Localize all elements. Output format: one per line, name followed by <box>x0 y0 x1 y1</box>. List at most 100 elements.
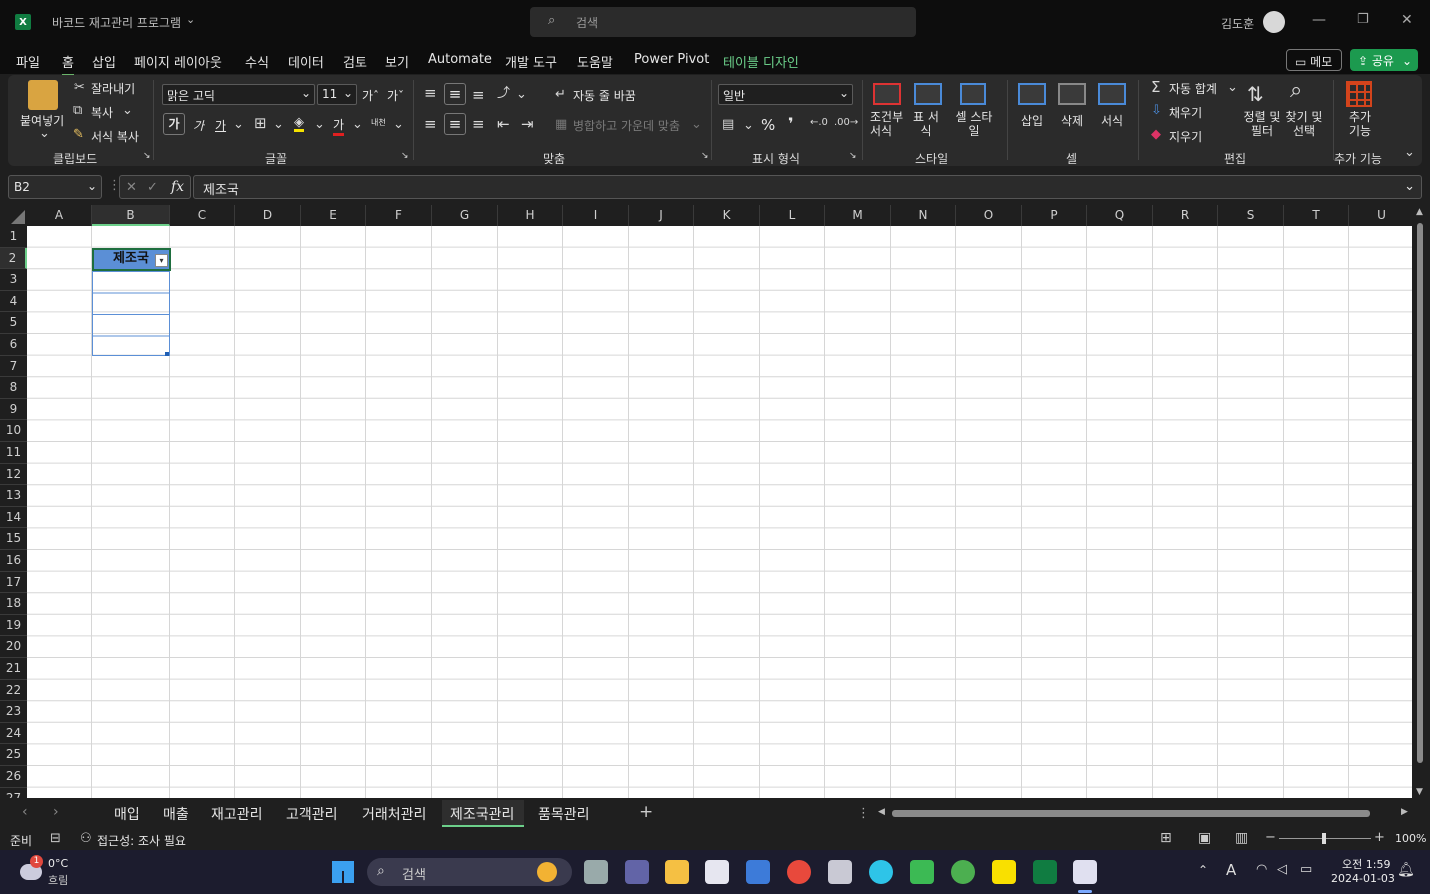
row-header-3[interactable]: 3 <box>0 269 27 291</box>
chevron-down-icon[interactable]: ⌄ <box>122 104 133 117</box>
row-header-25[interactable]: 25 <box>0 744 27 766</box>
row-header-26[interactable]: 26 <box>0 766 27 788</box>
row-header-27[interactable]: 27 <box>0 787 27 798</box>
cut-button[interactable]: 잘라내기 <box>91 80 135 97</box>
increase-decimal-icon[interactable]: ←.0 <box>810 118 828 128</box>
volume-icon[interactable]: ◁ <box>1277 862 1287 877</box>
chrome-icon[interactable] <box>787 860 811 884</box>
chevron-down-icon[interactable]: ⌄ <box>186 13 195 26</box>
select-all-corner[interactable] <box>0 205 27 226</box>
row-header-18[interactable]: 18 <box>0 593 27 615</box>
avatar[interactable] <box>1263 11 1285 33</box>
row-header-11[interactable]: 11 <box>0 442 27 464</box>
add-sheet-icon[interactable]: + <box>639 802 653 822</box>
font-name-dropdown[interactable]: 맑은 고딕 ⌄ <box>162 84 315 105</box>
scroll-left-icon[interactable]: ◀ <box>878 807 885 817</box>
search-input[interactable]: ⌕ 검색 <box>530 7 916 37</box>
column-header-s[interactable]: S <box>1218 205 1284 226</box>
name-box[interactable]: B2 ⌄ <box>8 175 102 199</box>
tab-formulas[interactable]: 수식 <box>245 52 269 71</box>
column-header-j[interactable]: J <box>629 205 694 226</box>
row-header-20[interactable]: 20 <box>0 636 27 658</box>
column-header-o[interactable]: O <box>956 205 1022 226</box>
clock-time[interactable]: 오전 1:59 <box>1342 856 1390 872</box>
tab-view[interactable]: 보기 <box>385 52 409 71</box>
chevron-down-icon[interactable]: ⌄ <box>516 88 527 101</box>
taskbar-search[interactable]: ⌕ 검색 <box>367 858 572 886</box>
grow-font-button[interactable]: 가ˆ <box>362 87 379 104</box>
sheet-tab-inventory[interactable]: 재고관리 <box>211 804 263 824</box>
scroll-right-icon[interactable]: ▶ <box>1401 807 1408 817</box>
row-header-12[interactable]: 12 <box>0 463 27 486</box>
enter-icon[interactable]: ✓ <box>147 180 158 195</box>
shrink-font-button[interactable]: 가ˇ <box>387 87 404 104</box>
minimize-icon[interactable]: — <box>1312 12 1326 28</box>
chevron-down-icon[interactable]: ⌄ <box>39 127 50 140</box>
scroll-up-icon[interactable]: ▲ <box>1416 207 1423 217</box>
column-header-f[interactable]: F <box>366 205 432 226</box>
worksheet-grid[interactable]: ABCDEFGHIJKLMNOPQRSTU 1 2 3 4 5 6 7 8 9 10 11 12 13 1… <box>0 205 1430 798</box>
column-header-h[interactable]: H <box>498 205 563 226</box>
restore-icon[interactable]: ❐ <box>1357 12 1369 27</box>
row-header-2[interactable]: 2 <box>0 247 27 270</box>
align-top-icon[interactable]: ≡ <box>424 86 437 101</box>
row-header-15[interactable]: 15 <box>0 528 27 550</box>
tab-help[interactable]: 도움말 <box>577 52 613 71</box>
column-header-l[interactable]: L <box>760 205 825 226</box>
tab-home[interactable]: 홈 <box>62 52 74 77</box>
tray-overflow-icon[interactable]: ⌃ <box>1198 863 1208 877</box>
accounting-icon[interactable]: ▤ <box>722 118 734 131</box>
decrease-indent-icon[interactable]: ⇤ <box>497 117 510 132</box>
column-header-t[interactable]: T <box>1284 205 1349 226</box>
tab-table-design[interactable]: 테이블 디자인 <box>723 52 799 71</box>
table-resize-handle[interactable] <box>165 352 169 356</box>
column-header-b[interactable]: B <box>92 205 170 226</box>
ribbon-collapse-icon[interactable]: ⌄ <box>1404 146 1415 159</box>
cell-styles-button[interactable]: 셀 스타일 <box>951 110 997 138</box>
tab-automate[interactable]: Automate <box>428 52 492 67</box>
clock-date[interactable]: 2024-01-03 <box>1331 872 1395 885</box>
cancel-icon[interactable]: ✕ <box>126 180 137 195</box>
row-header-23[interactable]: 23 <box>0 701 27 723</box>
cells-area[interactable] <box>27 226 1412 798</box>
row-header-21[interactable]: 21 <box>0 658 27 680</box>
add-ins-button[interactable]: 추가 기능 <box>1348 110 1372 138</box>
column-header-g[interactable]: G <box>432 205 498 226</box>
sort-filter-button[interactable]: 정렬 및 필터 <box>1242 110 1282 138</box>
tab-page-layout[interactable]: 페이지 레이아웃 <box>134 52 222 71</box>
excel-taskbar-icon[interactable] <box>1033 860 1057 884</box>
share-button[interactable]: ⇪ 공유 ⌄ <box>1350 49 1418 71</box>
more-options-icon[interactable]: ⋮ <box>857 806 870 821</box>
battery-icon[interactable]: ▭ <box>1300 862 1312 877</box>
format-as-table-button[interactable]: 표 서식 <box>911 110 941 138</box>
clear-button[interactable]: 지우기 <box>1169 128 1202 145</box>
dialog-launcher-icon[interactable]: ↘ <box>849 152 857 161</box>
vertical-scrollbar[interactable]: ▲ ▼ <box>1412 205 1430 798</box>
chevron-down-icon[interactable]: ⌄ <box>352 118 363 131</box>
chevron-down-icon[interactable]: ⌄ <box>273 118 284 131</box>
window-title[interactable]: 바코드 재고관리 프로그램 <box>52 14 181 31</box>
column-header-a[interactable]: A <box>27 205 92 226</box>
increase-indent-icon[interactable]: ⇥ <box>521 117 534 132</box>
wrap-text-button[interactable]: 자동 줄 바꿈 <box>573 87 636 104</box>
align-middle-icon[interactable]: ≡ <box>444 83 466 105</box>
row-header-4[interactable]: 4 <box>0 290 27 313</box>
scroll-down-icon[interactable]: ▼ <box>1416 787 1423 797</box>
sheet-tab-items[interactable]: 품목관리 <box>538 804 590 824</box>
borders-icon[interactable]: ⊞ <box>254 116 267 131</box>
microsoft-store-icon[interactable] <box>705 860 729 884</box>
row-header-24[interactable]: 24 <box>0 722 27 745</box>
dialog-launcher-icon[interactable]: ↘ <box>143 152 151 161</box>
tab-data[interactable]: 데이터 <box>288 52 324 71</box>
font-size-dropdown[interactable]: 11 ⌄ <box>317 84 357 105</box>
phonetic-button[interactable]: 내천 <box>371 117 386 128</box>
column-header-e[interactable]: E <box>301 205 366 226</box>
macro-record-icon[interactable]: ⊟ <box>50 831 61 846</box>
comma-button[interactable]: ❜ <box>788 114 794 133</box>
calculator-icon[interactable] <box>828 860 852 884</box>
zoom-in-icon[interactable]: + <box>1374 830 1385 845</box>
column-header-n[interactable]: N <box>891 205 956 226</box>
row-header-8[interactable]: 8 <box>0 377 27 399</box>
row-header-19[interactable]: 19 <box>0 614 27 637</box>
insert-cells-button[interactable]: 삽입 <box>1021 112 1043 129</box>
